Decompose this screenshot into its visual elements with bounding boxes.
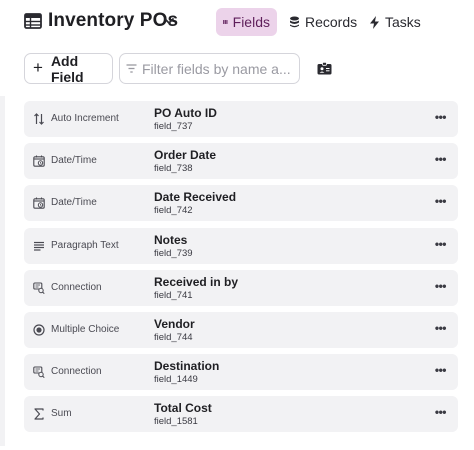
left-divider: [0, 96, 5, 446]
field-row[interactable]: Paragraph Text Notes field_739 •••: [24, 227, 458, 264]
field-name: Order Date: [154, 148, 217, 163]
field-row[interactable]: Connection Destination field_1449 •••: [24, 354, 458, 391]
top-bar: Inventory POs Fields Records Tasks: [0, 0, 474, 44]
field-row[interactable]: Date/Time Order Date field_738 •••: [24, 143, 458, 180]
chevron-down-icon[interactable]: [163, 15, 175, 27]
page-title[interactable]: Inventory POs: [48, 10, 178, 32]
field-type: Paragraph Text: [51, 239, 119, 251]
field-type: Date/Time: [51, 197, 97, 209]
bolt-icon: [370, 15, 379, 29]
field-id: field_741: [154, 289, 193, 301]
tab-records-label: Records: [305, 14, 358, 30]
field-name: Total Cost: [154, 401, 212, 416]
field-id: field_742: [154, 205, 193, 217]
sigma-icon: [34, 408, 44, 420]
field-name: Received in by: [154, 274, 239, 289]
field-type: Connection: [51, 366, 102, 378]
more-options-icon[interactable]: •••: [435, 405, 447, 419]
field-name: Destination: [154, 359, 220, 374]
connection-icon: [33, 282, 45, 294]
field-id: field_1449: [154, 374, 198, 386]
tab-fields[interactable]: Fields: [216, 8, 277, 36]
tab-records[interactable]: Records: [282, 8, 364, 36]
field-name: Notes: [154, 232, 188, 247]
field-name: PO Auto ID: [154, 106, 217, 120]
more-options-icon[interactable]: •••: [435, 363, 447, 377]
more-options-icon[interactable]: •••: [435, 237, 447, 251]
field-id: field_744: [154, 331, 193, 343]
field-name: Date Received: [154, 190, 237, 205]
more-options-icon[interactable]: •••: [435, 110, 447, 124]
field-row[interactable]: Sum Total Cost field_1581 •••: [24, 396, 458, 433]
field-id: field_1581: [154, 416, 198, 428]
tab-fields-label: Fields: [232, 14, 270, 30]
filter-icon: [126, 64, 137, 73]
calendar-clock-icon: [33, 155, 45, 167]
plus-icon: +: [33, 57, 43, 77]
field-id: field_738: [154, 163, 193, 175]
sort-arrows-icon: [34, 113, 44, 125]
field-type: Auto Increment: [51, 113, 119, 124]
field-type: Connection: [51, 281, 102, 293]
filter-input[interactable]: [142, 60, 292, 77]
field-row[interactable]: Connection Received in by field_741 •••: [24, 269, 458, 306]
calendar-clock-icon: [33, 197, 45, 210]
tab-tasks[interactable]: Tasks: [362, 8, 428, 36]
id-card-icon[interactable]: [317, 62, 332, 75]
add-field-label: Add Field: [50, 52, 84, 85]
columns-icon: [223, 20, 228, 24]
more-options-icon[interactable]: •••: [435, 194, 447, 208]
filter-field[interactable]: [119, 53, 300, 84]
radio-icon: [33, 324, 45, 336]
field-type: Sum: [51, 408, 72, 420]
more-options-icon[interactable]: •••: [435, 279, 447, 293]
add-field-button[interactable]: + Add Field: [24, 52, 113, 85]
more-options-icon[interactable]: •••: [435, 321, 447, 335]
database-icon: [290, 16, 299, 28]
field-row[interactable]: Auto Increment PO Auto ID field_737 •••: [24, 101, 458, 137]
field-row[interactable]: Date/Time Date Received field_742 •••: [24, 185, 458, 222]
field-type: Multiple Choice: [51, 323, 120, 335]
field-id: field_739: [154, 247, 193, 259]
field-row[interactable]: Multiple Choice Vendor field_744 •••: [24, 311, 458, 348]
field-type: Date/Time: [51, 155, 97, 167]
more-options-icon[interactable]: •••: [435, 152, 447, 166]
connection-icon: [33, 366, 45, 379]
field-name: Vendor: [154, 316, 195, 331]
tab-tasks-label: Tasks: [385, 14, 421, 30]
table-icon: [24, 13, 42, 29]
field-list: Auto Increment PO Auto ID field_737 ••• …: [24, 101, 458, 439]
paragraph-icon: [34, 241, 44, 251]
field-id: field_737: [154, 121, 193, 132]
